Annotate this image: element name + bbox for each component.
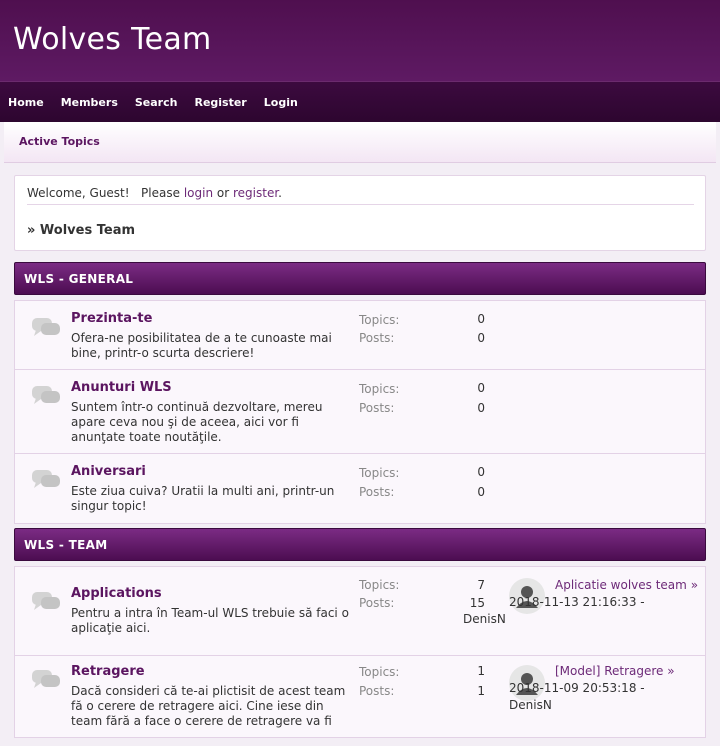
board-name[interactable]: Applications — [71, 586, 162, 601]
breadcrumb[interactable]: » Wolves Team — [27, 223, 135, 238]
welcome-greeting: Welcome, Guest! — [27, 186, 130, 200]
last-post-date: 2018-11-09 20:53:18 - — [509, 681, 645, 695]
topics-label: Topics: — [359, 466, 400, 480]
last-post-arrow: » — [667, 664, 675, 678]
topics-count: 1 — [477, 664, 485, 678]
last-post-author[interactable]: DenisN — [463, 612, 506, 626]
posts-label: Posts: — [359, 485, 395, 499]
nav-register[interactable]: Register — [194, 96, 246, 109]
site-header: Wolves Team — [0, 0, 720, 81]
board-name[interactable]: Aniversari — [71, 464, 146, 479]
last-post-arrow: » — [690, 578, 699, 592]
board-description: Ofera-ne posibilitatea de a te cunoaste … — [71, 331, 332, 360]
board-name[interactable]: Anunturi WLS — [71, 380, 172, 395]
last-post-info: [Model] Retragere » 2018-11-09 20:53:18 … — [509, 663, 699, 714]
posts-count: 0 — [477, 485, 485, 499]
login-link[interactable]: login — [184, 186, 213, 200]
board-description: Dacă consideri că te-ai plictisit de ace… — [71, 684, 346, 728]
welcome-or: or — [216, 186, 230, 200]
posts-label: Posts: — [359, 684, 395, 698]
register-link[interactable]: register — [233, 186, 278, 200]
topics-label: Topics: — [359, 382, 400, 396]
welcome-period: . — [278, 186, 282, 200]
last-post-info: Aplicatie wolves team » 2018-11-13 21:16… — [463, 577, 699, 628]
board-row[interactable]: Retragere Dacă consideri că te-ai plicti… — [15, 656, 705, 746]
board-row[interactable]: Anunturi WLS Suntem într-o continuă dezv… — [15, 370, 705, 454]
topics-count: 0 — [477, 312, 485, 326]
posts-label: Posts: — [359, 401, 395, 415]
board-row[interactable]: Prezinta-te Ofera-ne posibilitatea de a … — [15, 301, 705, 370]
topics-label: Topics: — [359, 578, 400, 592]
category-boards-team: Applications Pentru a intra în Team-ul W… — [14, 566, 706, 738]
last-post-title: [Model] Retragere — [555, 664, 664, 678]
main-nav: Home Members Search Register Login — [0, 81, 720, 122]
topics-count: 7 — [477, 578, 485, 592]
category-title: WLS - TEAM — [24, 538, 108, 552]
chat-bubbles-icon — [32, 592, 60, 610]
last-post-link[interactable]: Aplicatie wolves team » — [555, 578, 698, 592]
board-row[interactable]: Applications Pentru a intra în Team-ul W… — [15, 567, 705, 656]
posts-count: 0 — [477, 401, 485, 415]
posts-label: Posts: — [359, 596, 395, 610]
category-title: WLS - GENERAL — [24, 272, 134, 286]
nav-members[interactable]: Members — [61, 96, 118, 109]
topics-label: Topics: — [359, 313, 400, 327]
nav-login[interactable]: Login — [264, 96, 298, 109]
chat-bubbles-icon — [32, 318, 60, 336]
posts-label: Posts: — [359, 331, 395, 345]
board-description: Este ziua cuiva? Uratii la multi ani, pr… — [71, 484, 335, 513]
category-header-team[interactable]: WLS - TEAM — [14, 528, 706, 561]
board-row[interactable]: Aniversari Este ziua cuiva? Uratii la mu… — [15, 454, 705, 522]
topics-count: 0 — [477, 465, 485, 479]
welcome-please: Please — [141, 186, 180, 200]
last-post-link[interactable]: [Model] Retragere » — [555, 664, 675, 678]
board-description: Pentru a intra în Team-ul WLS trebuie să… — [71, 606, 349, 635]
last-post-author[interactable]: DenisN — [509, 698, 552, 712]
last-post-title: Aplicatie wolves team — [555, 578, 687, 592]
category-boards-general: Prezinta-te Ofera-ne posibilitatea de a … — [14, 300, 706, 524]
board-name[interactable]: Prezinta-te — [71, 311, 152, 326]
chat-bubbles-icon — [32, 670, 60, 688]
welcome-box: Welcome, Guest! Please login or register… — [14, 175, 706, 251]
chat-bubbles-icon — [32, 386, 60, 404]
sub-navbar: Active Topics — [4, 122, 716, 163]
posts-count: 1 — [477, 684, 485, 698]
posts-count: 15 — [469, 596, 485, 610]
nav-home[interactable]: Home — [8, 96, 44, 109]
posts-count: 0 — [477, 331, 485, 345]
nav-search[interactable]: Search — [135, 96, 178, 109]
board-description: Suntem într-o continuă dezvoltare, mereu… — [71, 400, 323, 444]
topics-label: Topics: — [359, 665, 400, 679]
welcome-divider — [27, 204, 694, 205]
active-topics-link[interactable]: Active Topics — [19, 135, 100, 148]
topics-count: 0 — [477, 381, 485, 395]
last-post-date: 2018-11-13 21:16:33 - — [509, 595, 645, 609]
category-header-general[interactable]: WLS - GENERAL — [14, 262, 706, 295]
welcome-line: Welcome, Guest! Please login or register… — [27, 186, 282, 200]
chat-bubbles-icon — [32, 470, 60, 488]
board-name[interactable]: Retragere — [71, 664, 145, 679]
site-title[interactable]: Wolves Team — [13, 22, 212, 57]
